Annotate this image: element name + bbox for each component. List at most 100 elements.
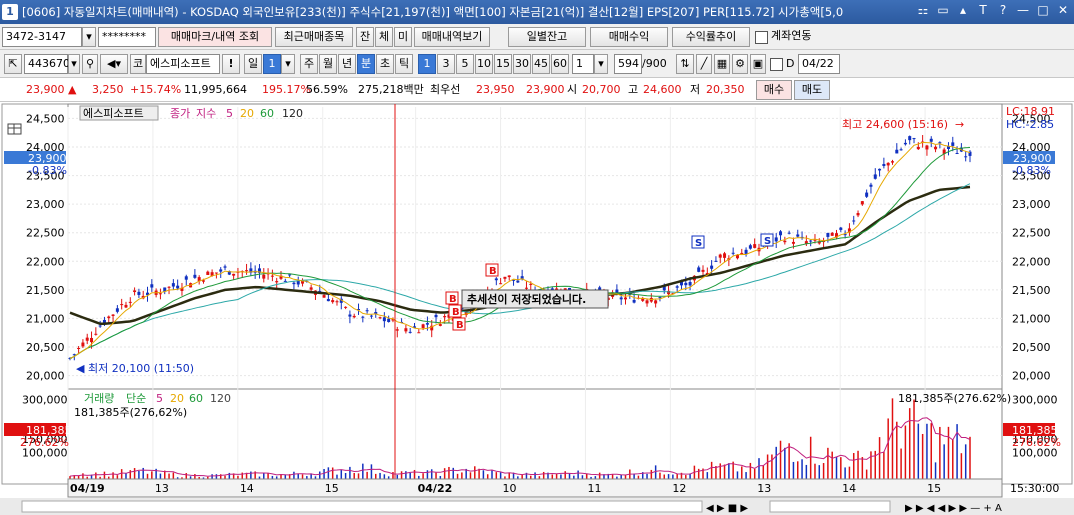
interval-60-button[interactable]: 60 <box>551 54 569 74</box>
period-count-select[interactable]: 1 <box>263 54 281 74</box>
buy-mark[interactable]: B <box>445 291 459 305</box>
up-arrow-icon[interactable]: ▴ <box>956 3 970 17</box>
interval-3-button[interactable]: 3 <box>437 54 455 74</box>
zoom-controls-icon[interactable]: ▶ ▶ ◀ ◀ ▶ ▶ — + A <box>905 503 1002 514</box>
chevron-down-icon[interactable]: ▾ <box>594 54 608 74</box>
chevron-down-icon[interactable]: ▾ <box>68 54 80 74</box>
buy-mark[interactable]: B <box>448 304 462 318</box>
period-week-button[interactable]: 주 <box>300 54 318 74</box>
sell-button[interactable]: 매도 <box>794 80 830 100</box>
legend-stock-name: 에스피소프트 <box>83 107 144 120</box>
price-chart[interactable]: 에스피소프트 종가 지수 5 20 60 120 최고 24,600 (15:1… <box>0 102 1074 515</box>
period-month-button[interactable]: 월 <box>319 54 337 74</box>
unexecuted-button[interactable]: 미 <box>394 27 412 47</box>
balance-button[interactable]: 잔 <box>356 27 374 47</box>
time-tick: 04/19 <box>70 482 105 495</box>
svg-text:S: S <box>764 236 771 247</box>
speaker-icon[interactable]: ◀▾ <box>100 54 128 74</box>
candle-body <box>120 304 124 306</box>
price-tick-right: 22,500 <box>1012 227 1051 240</box>
time-tick: 15 <box>325 482 339 495</box>
date-input[interactable]: 04/22 <box>798 54 840 74</box>
return-trend-button[interactable]: 수익률추이 <box>672 27 750 47</box>
stock-code-input[interactable]: 443670 <box>24 54 70 74</box>
legend-ma60: 60 <box>260 107 274 120</box>
candle-body <box>111 314 115 316</box>
price-change: 3,250 <box>92 83 124 96</box>
layout-icon[interactable]: ⚏ <box>916 3 930 17</box>
candle-body <box>137 291 141 295</box>
gear-icon[interactable]: ⚙ <box>732 54 748 74</box>
period-tick-button[interactable]: 틱 <box>395 54 413 74</box>
search-icon[interactable]: ⚲ <box>82 54 98 74</box>
buy-mark[interactable]: B <box>485 263 499 277</box>
window-title: [0606] 자동일지차트(매매내역) - KOSDAQ 외국인보유[233(천… <box>22 5 844 19</box>
alert-button[interactable]: ! <box>222 54 240 74</box>
candle-body <box>624 297 628 300</box>
account-select[interactable]: 3472-3147 <box>2 27 82 47</box>
legend-price-label: 종가 <box>170 107 190 120</box>
left-price-tag-pct: -0.83% <box>28 164 67 177</box>
period-year-button[interactable]: 년 <box>338 54 356 74</box>
candle-body <box>714 260 718 262</box>
turnover: 56.59% <box>306 83 348 96</box>
time-tick: 10 <box>503 482 517 495</box>
interval-30-button[interactable]: 30 <box>513 54 531 74</box>
time-tick: 13 <box>155 482 169 495</box>
account-link-checkbox[interactable] <box>755 31 768 44</box>
window-controls: ⚏ ▭ ▴ T ? — □ ✕ <box>916 3 1070 17</box>
maximize-icon[interactable]: □ <box>1036 3 1050 17</box>
candle-body <box>860 201 864 205</box>
chart-scrollbar[interactable] <box>21 500 703 513</box>
period-minute-button[interactable]: 분 <box>357 54 375 74</box>
buy-mark[interactable]: B <box>452 317 466 331</box>
candle-body <box>632 299 636 303</box>
market-button[interactable]: 코 <box>130 54 146 74</box>
executed-button[interactable]: 체 <box>375 27 393 47</box>
lc-readout: LC:18.91 <box>1006 105 1055 118</box>
low-label: 저 <box>690 83 701 96</box>
interval-5-button[interactable]: 5 <box>456 54 474 74</box>
close-icon[interactable]: ✕ <box>1056 3 1070 17</box>
interval-1-button[interactable]: 1 <box>418 54 436 74</box>
chevron-down-icon[interactable]: ▾ <box>82 27 96 47</box>
password-input[interactable]: ******** <box>98 27 156 47</box>
minimize-icon[interactable]: — <box>1016 3 1030 17</box>
custom-interval-input[interactable]: 1 <box>572 54 594 74</box>
sell-mark[interactable]: S <box>691 235 705 249</box>
chevron-down-icon[interactable]: ▾ <box>281 54 295 74</box>
interval-10-button[interactable]: 10 <box>475 54 493 74</box>
chart-tool-icon[interactable]: ⇱ <box>4 54 22 74</box>
save-icon[interactable]: ▣ <box>750 54 766 74</box>
candle-body <box>158 293 162 295</box>
indicator-icon[interactable]: ⇅ <box>676 54 694 74</box>
sell-mark[interactable]: S <box>760 233 774 247</box>
draw-tool-icon[interactable]: ╱ <box>696 54 712 74</box>
trade-history-button[interactable]: 매매내역보기 <box>414 27 490 47</box>
restore-small-icon[interactable]: ▭ <box>936 3 950 17</box>
vol-tag-pct: 276.62% <box>1012 436 1061 449</box>
interval-15-button[interactable]: 15 <box>494 54 512 74</box>
time-tick: 14 <box>240 482 254 495</box>
period-second-button[interactable]: 초 <box>376 54 394 74</box>
best-ask: 23,950 <box>476 83 515 96</box>
buy-button[interactable]: 매수 <box>756 80 792 100</box>
candle-body <box>115 308 119 312</box>
period-day-button[interactable]: 일 <box>244 54 262 74</box>
font-icon[interactable]: T <box>976 3 990 17</box>
zoom-scrollbar[interactable] <box>769 500 891 513</box>
left-vol-tag-pct: 276.62% <box>20 436 69 449</box>
daily-balance-button[interactable]: 일별잔고 <box>508 27 586 47</box>
recent-trades-button[interactable]: 최근매매종목 <box>275 27 353 47</box>
candle-body <box>555 288 559 290</box>
trade-mark-button[interactable]: 매매마크/내역 조회 <box>158 27 272 47</box>
candle-body <box>753 244 757 248</box>
scroll-controls-icon[interactable]: ◀ ▶ ■ ▶ <box>706 503 748 514</box>
date-checkbox[interactable] <box>770 58 783 71</box>
trade-profit-button[interactable]: 매매수익 <box>590 27 668 47</box>
time-tick: 14 <box>842 482 856 495</box>
table-icon[interactable]: ▦ <box>714 54 730 74</box>
interval-45-button[interactable]: 45 <box>532 54 550 74</box>
help-icon[interactable]: ? <box>996 3 1010 17</box>
count-input[interactable]: 594 <box>614 54 642 74</box>
